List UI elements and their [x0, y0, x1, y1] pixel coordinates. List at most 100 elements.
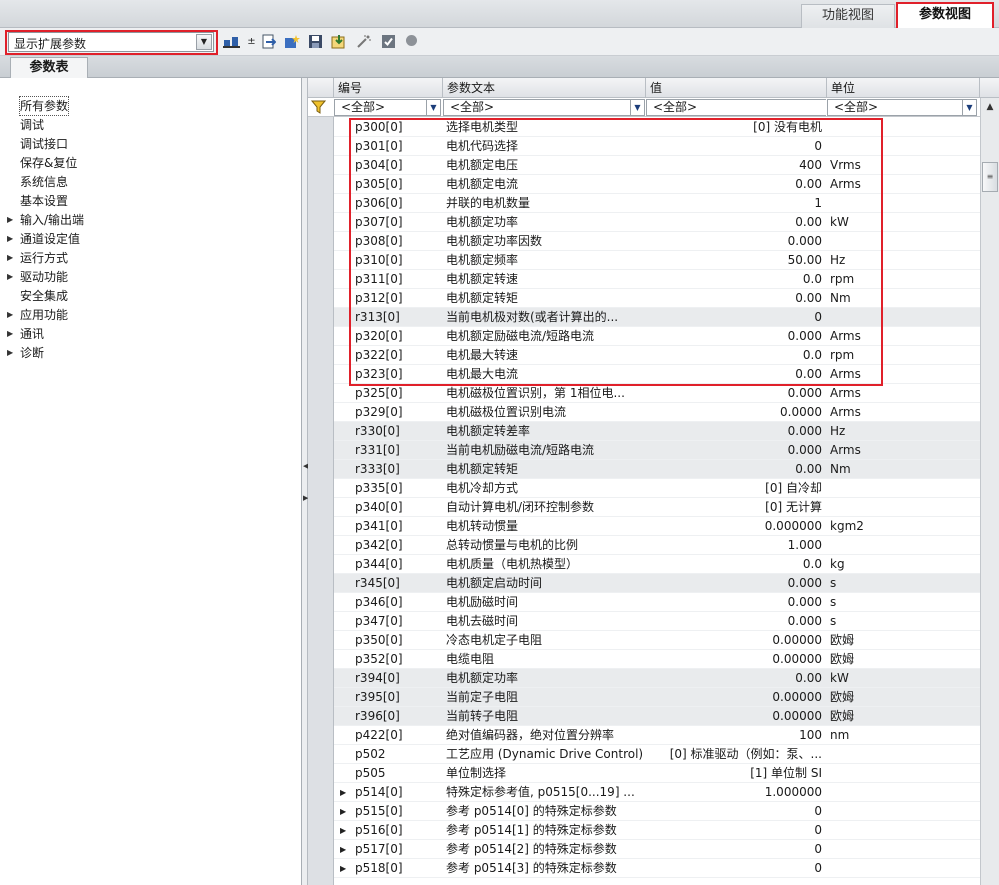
table-row[interactable]: r394[0] 电机额定功率 0.00 kW [334, 669, 980, 688]
table-row[interactable]: p323[0] 电机最大电流 0.00 Arms [334, 365, 980, 384]
table-row[interactable]: r313[0] 当前电机极对数(或者计算出的... 0 [334, 308, 980, 327]
param-value[interactable]: 0 [646, 840, 827, 859]
table-row[interactable]: p422[0] 绝对值编码器，绝对位置分辨率 100 nm [334, 726, 980, 745]
param-value[interactable]: 0.000 [646, 422, 827, 441]
table-row[interactable]: r395[0] 当前定子电阻 0.00000 欧姆 [334, 688, 980, 707]
param-value[interactable]: [0] 标准驱动（例如：泵、... [646, 745, 827, 764]
column-header-text[interactable]: 参数文本 [443, 78, 646, 98]
save-icon[interactable] [307, 34, 324, 50]
expand-arrow-icon[interactable]: ▶ [7, 230, 13, 248]
vertical-scrollbar[interactable]: ▲ ≡ [980, 98, 999, 885]
expand-arrow-icon[interactable]: ▶ [340, 840, 346, 859]
table-row[interactable]: p308[0] 电机额定功率因数 0.000 [334, 232, 980, 251]
param-value[interactable]: 0.000 [646, 593, 827, 612]
table-row[interactable]: p311[0] 电机额定转速 0.0 rpm [334, 270, 980, 289]
download-arrow-icon[interactable]: ± [243, 34, 260, 50]
table-row[interactable]: p502 工艺应用 (Dynamic Drive Control) [0] 标准驱动… [334, 745, 980, 764]
table-row[interactable]: p300[0] 选择电机类型 [0] 没有电机 [334, 118, 980, 137]
tree-item[interactable]: ▶ 输入/输出端 [7, 211, 84, 229]
param-value[interactable]: 1 [646, 194, 827, 213]
filter-unit[interactable]: <全部> ▼ [827, 99, 977, 116]
table-row[interactable]: p505 单位制选择 [1] 单位制 SI [334, 764, 980, 783]
table-row[interactable]: p335[0] 电机冷却方式 [0] 自冷却 [334, 479, 980, 498]
param-value[interactable]: 0.000000 [646, 517, 827, 536]
param-value[interactable]: 0.0000 [646, 403, 827, 422]
filter-number[interactable]: <全部> ▼ [334, 99, 441, 116]
tab-parameter-view[interactable]: 参数视图 [896, 2, 994, 30]
param-value[interactable]: 0.00 [646, 460, 827, 479]
table-row[interactable]: r396[0] 当前转子电阻 0.00000 欧姆 [334, 707, 980, 726]
initialize-icon[interactable] [355, 34, 372, 50]
table-row[interactable]: p322[0] 电机最大转速 0.0 rpm [334, 346, 980, 365]
table-row[interactable]: ▶ p517[0] 参考 p0514[2] 的特殊定标参数 0 [334, 840, 980, 859]
chevron-down-icon[interactable]: ▼ [426, 100, 440, 115]
table-row[interactable]: p347[0] 电机去磁时间 0.000 s [334, 612, 980, 631]
table-row[interactable]: p325[0] 电机磁极位置识别，第 1相位电... 0.000 Arms [334, 384, 980, 403]
param-value[interactable]: 0 [646, 821, 827, 840]
param-value[interactable]: 0.000 [646, 441, 827, 460]
tree-item[interactable]: ▶ 通讯 [7, 325, 44, 343]
expand-arrow-icon[interactable]: ▶ [340, 821, 346, 840]
table-row[interactable]: p352[0] 电缆电阻 0.00000 欧姆 [334, 650, 980, 669]
table-row[interactable]: p350[0] 冷态电机定子电阻 0.00000 欧姆 [334, 631, 980, 650]
import-icon[interactable] [330, 34, 347, 50]
wizard-icon[interactable] [283, 34, 300, 50]
param-value[interactable]: 0.00 [646, 669, 827, 688]
param-value[interactable]: 0.0 [646, 555, 827, 574]
param-value[interactable]: 0.00 [646, 175, 827, 194]
table-row[interactable]: ▶ p516[0] 参考 p0514[1] 的特殊定标参数 0 [334, 821, 980, 840]
column-header-unit[interactable]: 单位 [827, 78, 980, 98]
expand-arrow-icon[interactable]: ▶ [7, 344, 13, 362]
scrollbar-thumb[interactable]: ≡ [982, 162, 998, 192]
table-row[interactable]: p329[0] 电机磁极位置识别电流 0.0000 Arms [334, 403, 980, 422]
param-value[interactable]: [1] 单位制 SI [646, 764, 827, 783]
tree-item[interactable]: 保存&复位 [20, 154, 77, 172]
param-value[interactable]: 1.000000 [646, 783, 827, 802]
checkbox-icon[interactable] [380, 34, 397, 50]
chevron-down-icon[interactable]: ▼ [962, 100, 976, 115]
param-value[interactable]: 0 [646, 859, 827, 878]
column-header-number[interactable]: 编号 [334, 78, 443, 98]
expand-arrow-icon[interactable]: ▶ [7, 306, 13, 324]
expand-arrow-icon[interactable]: ▶ [7, 211, 13, 229]
table-row[interactable]: r345[0] 电机额定启动时间 0.000 s [334, 574, 980, 593]
tree-item[interactable]: 所有参数 [18, 96, 70, 116]
expand-arrow-icon[interactable]: ▶ [7, 325, 13, 343]
tree-item[interactable]: 调试 [20, 116, 44, 134]
table-row[interactable]: p340[0] 自动计算电机/闭环控制参数 [0] 无计算 [334, 498, 980, 517]
table-row[interactable]: ▶ p518[0] 参考 p0514[3] 的特殊定标参数 0 [334, 859, 980, 878]
tree-item[interactable]: 基本设置 [20, 192, 68, 210]
tree-item[interactable]: 系统信息 [20, 173, 68, 191]
param-value[interactable]: 0.000 [646, 384, 827, 403]
export-icon[interactable] [260, 34, 277, 50]
tab-function-view[interactable]: 功能视图 [801, 4, 895, 28]
param-value[interactable]: 0.000 [646, 327, 827, 346]
table-row[interactable]: p344[0] 电机质量（电机热模型） 0.0 kg [334, 555, 980, 574]
tree-item[interactable]: 调试接口 [20, 135, 68, 153]
param-value[interactable]: 1.000 [646, 536, 827, 555]
param-value[interactable]: 400 [646, 156, 827, 175]
param-value[interactable]: [0] 没有电机 [646, 118, 827, 137]
table-row[interactable]: ▶ p514[0] 特殊定标参考值, p0515[0...19] ... 1.0000… [334, 783, 980, 802]
param-value[interactable]: [0] 自冷却 [646, 479, 827, 498]
expand-arrow-icon[interactable]: ▶ [340, 802, 346, 821]
compare-icon[interactable] [223, 34, 240, 50]
table-row[interactable]: ▶ p515[0] 参考 p0514[0] 的特殊定标参数 0 [334, 802, 980, 821]
param-value[interactable]: 0.000 [646, 574, 827, 593]
param-value[interactable]: 0.00000 [646, 688, 827, 707]
param-value[interactable]: 100 [646, 726, 827, 745]
table-row[interactable]: p310[0] 电机额定频率 50.00 Hz [334, 251, 980, 270]
param-value[interactable]: 0.00 [646, 365, 827, 384]
param-value[interactable]: 0.000 [646, 612, 827, 631]
table-row[interactable]: p301[0] 电机代码选择 0 [334, 137, 980, 156]
tree-item[interactable]: 安全集成 [20, 287, 68, 305]
param-value[interactable]: 0 [646, 802, 827, 821]
param-value[interactable]: [0] 无计算 [646, 498, 827, 517]
tree-item[interactable]: ▶ 诊断 [7, 344, 44, 362]
param-value[interactable]: 0.00000 [646, 707, 827, 726]
expand-arrow-icon[interactable]: ▶ [7, 268, 13, 286]
table-row[interactable]: p341[0] 电机转动惯量 0.000000 kgm2 [334, 517, 980, 536]
table-row[interactable]: p320[0] 电机额定励磁电流/短路电流 0.000 Arms [334, 327, 980, 346]
table-row[interactable]: p312[0] 电机额定转矩 0.00 Nm [334, 289, 980, 308]
param-value[interactable]: 50.00 [646, 251, 827, 270]
